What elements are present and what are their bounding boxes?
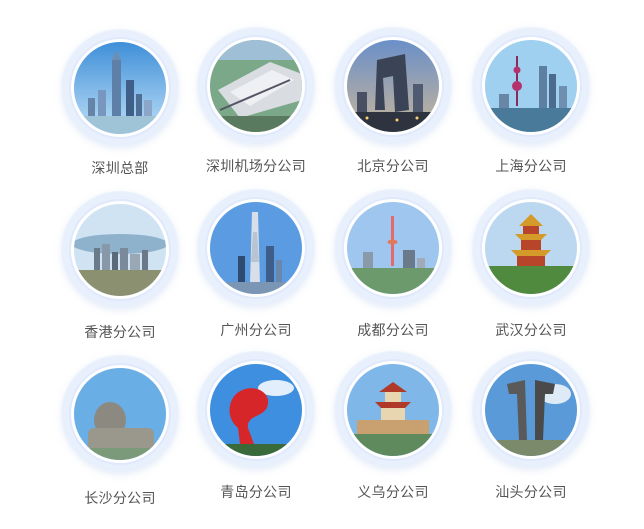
office-card-yiwu[interactable]: 义乌分公司 bbox=[323, 352, 463, 522]
office-name: 长沙分公司 bbox=[84, 491, 156, 507]
photo-ring bbox=[62, 356, 178, 472]
office-card-shantou[interactable]: 汕头分公司 bbox=[461, 352, 601, 522]
office-name: 汕头分公司 bbox=[495, 485, 567, 501]
office-name: 深圳机场分公司 bbox=[205, 159, 307, 175]
mao-statue-icon bbox=[74, 368, 166, 460]
monument-sculpture-icon bbox=[485, 364, 577, 456]
photo-ring bbox=[335, 190, 451, 306]
office-card-shanghai[interactable]: 上海分公司 bbox=[461, 28, 601, 198]
photo-ring bbox=[198, 28, 314, 144]
office-card-hongkong[interactable]: 香港分公司 bbox=[50, 192, 190, 362]
office-name: 青岛分公司 bbox=[220, 485, 292, 501]
office-name: 武汉分公司 bbox=[495, 323, 567, 339]
office-name: 深圳总部 bbox=[91, 161, 149, 177]
office-card-qingdao[interactable]: 青岛分公司 bbox=[186, 352, 326, 522]
photo-ring bbox=[335, 352, 451, 468]
hongkong-harbor-icon bbox=[74, 204, 166, 296]
photo-ring bbox=[62, 30, 178, 146]
photo-ring bbox=[198, 352, 314, 468]
photo-ring bbox=[473, 28, 589, 144]
office-card-shenzhen-airport[interactable]: 深圳机场分公司 bbox=[186, 28, 326, 198]
office-name: 成都分公司 bbox=[357, 323, 429, 339]
photo-ring bbox=[335, 28, 451, 144]
yellow-crane-tower-icon bbox=[485, 202, 577, 294]
pearl-tower-skyline-icon bbox=[485, 40, 577, 132]
canton-tower-icon bbox=[210, 202, 302, 294]
office-card-beijing[interactable]: 北京分公司 bbox=[323, 28, 463, 198]
office-card-chengdu[interactable]: 成都分公司 bbox=[323, 190, 463, 360]
office-card-wuhan[interactable]: 武汉分公司 bbox=[461, 190, 601, 360]
office-name: 广州分公司 bbox=[220, 323, 292, 339]
photo-ring bbox=[473, 352, 589, 468]
office-card-changsha[interactable]: 长沙分公司 bbox=[50, 356, 190, 526]
may-fourth-square-icon bbox=[210, 364, 302, 456]
office-card-shenzhen-hq[interactable]: 深圳总部 bbox=[50, 30, 190, 200]
photo-ring bbox=[62, 192, 178, 308]
office-card-guangzhou[interactable]: 广州分公司 bbox=[186, 190, 326, 360]
shenzhen-skyline-icon bbox=[74, 42, 166, 134]
photo-ring bbox=[198, 190, 314, 306]
office-name: 上海分公司 bbox=[495, 159, 567, 175]
office-grid: 深圳总部 深圳机场分公司 北京分公司 上海分公司 香港分公司 广州分公司 成都分… bbox=[0, 0, 644, 529]
office-name: 义乌分公司 bbox=[357, 485, 429, 501]
photo-ring bbox=[473, 190, 589, 306]
office-name: 北京分公司 bbox=[357, 159, 429, 175]
cctv-tower-icon bbox=[347, 40, 439, 132]
office-name: 香港分公司 bbox=[84, 325, 156, 341]
airport-building-icon bbox=[210, 40, 302, 132]
chengdu-tower-icon bbox=[347, 202, 439, 294]
pagoda-icon bbox=[347, 364, 439, 456]
